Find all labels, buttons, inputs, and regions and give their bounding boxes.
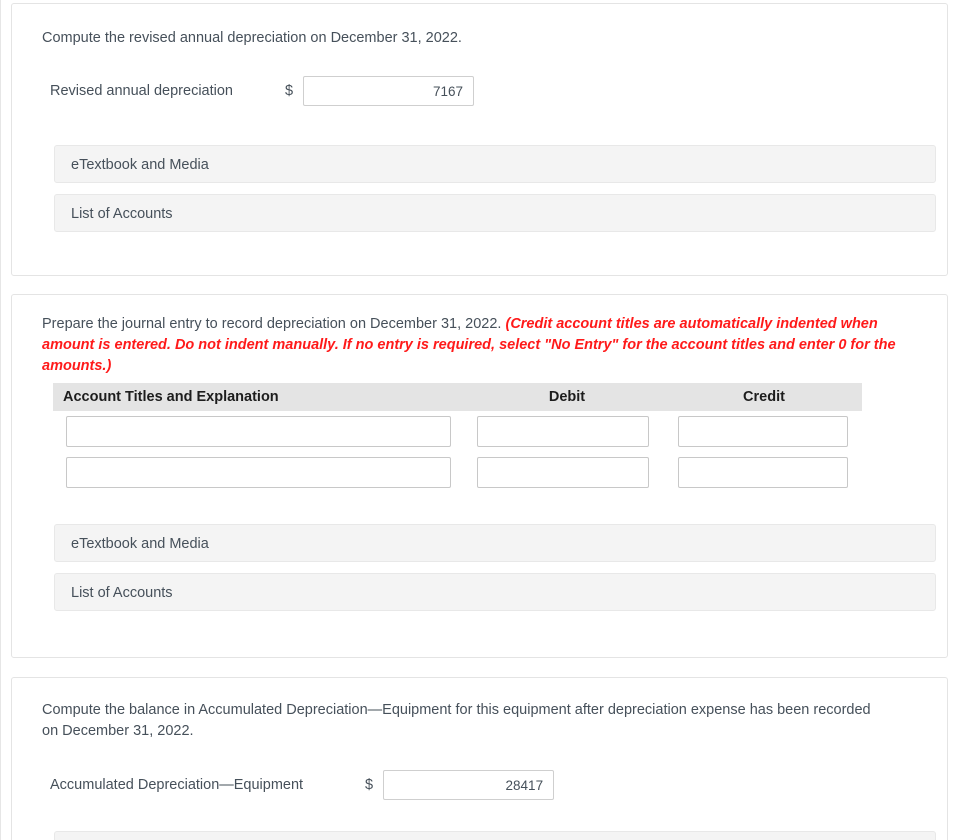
card1-prompt-text: Compute the revised annual depreciation … bbox=[42, 30, 462, 46]
column-header-credit: Credit bbox=[666, 383, 862, 411]
currency-symbol: $ bbox=[285, 83, 294, 99]
journal-entry-table-header: Account Titles and Explanation Debit Cre… bbox=[53, 383, 862, 411]
card1-answer-row: Revised annual depreciation $ bbox=[50, 76, 475, 106]
journal-debit-input-row1[interactable] bbox=[477, 416, 649, 447]
list-of-accounts-button-2[interactable]: List of Accounts bbox=[54, 573, 936, 611]
cell-debit-1 bbox=[468, 411, 666, 452]
journal-account-input-row1[interactable] bbox=[66, 416, 451, 447]
card2-prompt-text: Prepare the journal entry to record depr… bbox=[42, 316, 506, 332]
page-root: Compute the revised annual depreciation … bbox=[0, 0, 958, 840]
column-header-account-titles: Account Titles and Explanation bbox=[53, 383, 468, 411]
column-header-debit: Debit bbox=[468, 383, 666, 411]
journal-credit-input-row1[interactable] bbox=[678, 416, 848, 447]
etextbook-and-media-button-2[interactable]: eTextbook and Media bbox=[54, 524, 936, 562]
journal-account-input-row2[interactable] bbox=[66, 457, 451, 488]
question-card-accumulated-depreciation: Compute the balance in Accumulated Depre… bbox=[11, 677, 948, 840]
question-card-journal-entry: Prepare the journal entry to record depr… bbox=[11, 294, 948, 658]
etextbook-and-media-button-3[interactable]: eTextbook and Media bbox=[54, 831, 936, 840]
journal-entry-table-body bbox=[53, 411, 862, 493]
card3-prompt-text: Compute the balance in Accumulated Depre… bbox=[42, 702, 871, 739]
table-row bbox=[53, 411, 862, 452]
cell-debit-2 bbox=[468, 452, 666, 493]
cell-account-2 bbox=[53, 452, 468, 493]
journal-credit-input-row2[interactable] bbox=[678, 457, 848, 488]
page-gutter-line bbox=[0, 0, 1, 840]
journal-entry-table: Account Titles and Explanation Debit Cre… bbox=[53, 383, 862, 493]
journal-debit-input-row2[interactable] bbox=[477, 457, 649, 488]
etextbook-and-media-button-1[interactable]: eTextbook and Media bbox=[54, 145, 936, 183]
card3-answer-row: Accumulated Depreciation—Equipment $ bbox=[50, 770, 555, 800]
table-row bbox=[53, 452, 862, 493]
currency-symbol: $ bbox=[365, 777, 374, 793]
cell-credit-2 bbox=[666, 452, 862, 493]
cell-credit-1 bbox=[666, 411, 862, 452]
question-card-revised-depreciation: Compute the revised annual depreciation … bbox=[11, 3, 948, 276]
accumulated-depreciation-equipment-input[interactable] bbox=[383, 770, 555, 800]
list-of-accounts-button-1[interactable]: List of Accounts bbox=[54, 194, 936, 232]
cell-account-1 bbox=[53, 411, 468, 452]
accumulated-depreciation-equipment-label: Accumulated Depreciation—Equipment bbox=[50, 777, 304, 793]
card2-prompt: Prepare the journal entry to record depr… bbox=[42, 314, 922, 377]
revised-annual-depreciation-label: Revised annual depreciation bbox=[50, 83, 233, 99]
revised-annual-depreciation-input[interactable] bbox=[303, 76, 475, 106]
table-header-row: Account Titles and Explanation Debit Cre… bbox=[53, 383, 862, 411]
